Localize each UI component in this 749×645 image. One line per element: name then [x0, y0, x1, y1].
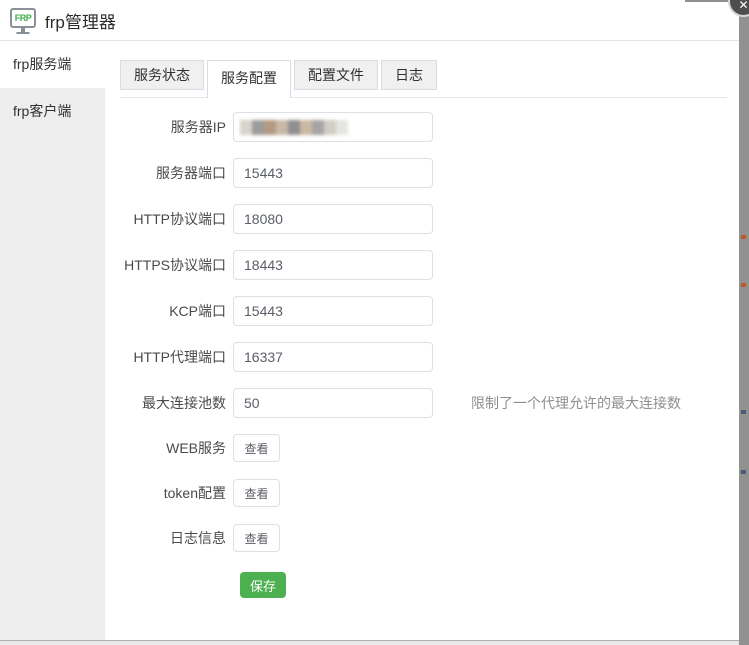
tab-service-status[interactable]: 服务状态: [120, 60, 204, 90]
web-service-view-button[interactable]: 查看: [233, 434, 280, 462]
tab-label: 服务状态: [134, 67, 190, 83]
field-label: 服务器端口: [105, 163, 233, 183]
form-row-save: 保存: [105, 572, 739, 598]
tab-label: 日志: [395, 67, 423, 83]
field-label: 日志信息: [105, 528, 233, 548]
field-label: 最大连接池数: [105, 393, 233, 413]
main-content: 服务状态 服务配置 配置文件 日志 服务器IP 服务器端口 HTTP协议端口: [105, 41, 739, 640]
artifact-dot: [741, 283, 746, 287]
window-bottom-edge: [0, 640, 749, 645]
artifact-dot: [741, 470, 746, 474]
sidebar-item-frp-server[interactable]: frp服务端: [0, 41, 105, 88]
field-label: HTTPS协议端口: [105, 255, 233, 275]
field-label: HTTP协议端口: [105, 209, 233, 229]
sidebar: frp服务端 frp客户端: [0, 41, 105, 640]
server-config-form: 服务器IP 服务器端口 HTTP协议端口 HTTPS协议端口 KCP端口: [105, 112, 739, 598]
sidebar-item-frp-client[interactable]: frp客户端: [0, 88, 105, 135]
censored-ip-mosaic: [240, 120, 348, 135]
field-label: 服务器IP: [105, 117, 233, 137]
tab-service-config[interactable]: 服务配置: [207, 60, 291, 98]
tab-log[interactable]: 日志: [381, 60, 437, 90]
token-config-view-button[interactable]: 查看: [233, 479, 280, 507]
close-icon: ✕: [738, 0, 748, 11]
tab-label: 配置文件: [308, 67, 364, 83]
tab-label: 服务配置: [221, 70, 277, 86]
form-row-http-port: HTTP协议端口: [105, 204, 739, 234]
field-label: WEB服务: [105, 438, 233, 458]
sidebar-item-label: frp服务端: [13, 56, 71, 72]
form-row-log-info: 日志信息 查看: [105, 524, 739, 552]
http-port-input[interactable]: [233, 204, 433, 234]
window-behind-strip: [739, 0, 749, 645]
server-ip-input[interactable]: [233, 112, 433, 142]
form-row-web-service: WEB服务 查看: [105, 434, 739, 462]
http-proxy-port-input[interactable]: [233, 342, 433, 372]
frp-logo-icon: FRP: [10, 8, 36, 28]
sidebar-item-label: frp客户端: [13, 103, 71, 119]
form-row-https-port: HTTPS协议端口: [105, 250, 739, 280]
field-label: token配置: [105, 483, 233, 503]
log-info-view-button[interactable]: 查看: [233, 524, 280, 552]
artifact-dot: [741, 410, 746, 414]
app-title: frp管理器: [45, 8, 116, 33]
save-button[interactable]: 保存: [240, 572, 286, 598]
https-port-input[interactable]: [233, 250, 433, 280]
form-row-token-config: token配置 查看: [105, 479, 739, 507]
tab-config-file[interactable]: 配置文件: [294, 60, 378, 90]
frp-logo-text: FRP: [15, 13, 32, 23]
artifact-dot: [741, 235, 746, 239]
kcp-port-input[interactable]: [233, 296, 433, 326]
field-label: KCP端口: [105, 301, 233, 321]
form-row-kcp-port: KCP端口: [105, 296, 739, 326]
max-pool-input[interactable]: [233, 388, 433, 418]
app-header: FRP frp管理器: [0, 0, 749, 41]
form-row-max-pool: 最大连接池数 限制了一个代理允许的最大连接数: [105, 388, 739, 418]
max-pool-hint: 限制了一个代理允许的最大连接数: [471, 393, 681, 413]
form-row-server-ip: 服务器IP: [105, 112, 739, 142]
field-label: HTTP代理端口: [105, 347, 233, 367]
tab-bar: 服务状态 服务配置 配置文件 日志: [120, 60, 727, 98]
form-row-http-proxy-port: HTTP代理端口: [105, 342, 739, 372]
server-port-input[interactable]: [233, 158, 433, 188]
form-row-server-port: 服务器端口: [105, 158, 739, 188]
